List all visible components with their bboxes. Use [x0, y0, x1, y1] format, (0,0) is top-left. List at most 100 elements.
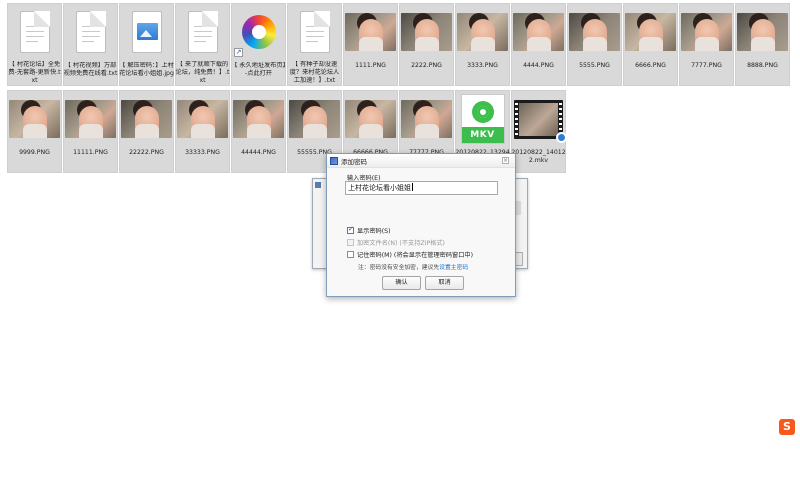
checkbox-checked-icon[interactable] — [347, 225, 354, 234]
checkbox-disabled-icon — [347, 239, 354, 246]
photo-preview — [345, 100, 396, 138]
file-name: 11111.PNG — [73, 149, 108, 156]
photo-shape — [23, 124, 47, 138]
document-icon — [75, 11, 106, 53]
file-name: 22222.PNG — [129, 149, 164, 156]
sprocket-holes — [515, 102, 518, 136]
encrypt-names-label: 加密文件名(N) — [357, 240, 398, 247]
photo-thumbnail — [121, 93, 172, 145]
file-item[interactable]: 22222.PNG — [119, 90, 174, 173]
dialog-titlebar[interactable]: 添加密码 — [327, 154, 515, 168]
file-item[interactable]: 【 解压密码：】上村花论坛看小姐姐.jpg — [119, 3, 174, 86]
file-name: 5555.PNG — [579, 62, 610, 69]
photo-shape — [359, 37, 383, 51]
photo-preview — [401, 13, 452, 51]
remember-password-checkbox[interactable]: 记住密码(M) (将会显示在管理密码窗口中) — [347, 250, 473, 259]
file-name: 【 村花视频】万部视频免费在线看.txt — [63, 62, 118, 77]
photo-shape — [583, 37, 607, 51]
document-icon — [299, 10, 330, 53]
text-line — [193, 40, 206, 42]
photo-preview — [569, 13, 620, 51]
add-password-dialog: 添加密码 × 输入密码(E) 上村花论坛看小姐姐 显示密码(S) 加密文件名(N… — [326, 153, 516, 297]
file-item[interactable]: 5555.PNG — [567, 3, 622, 86]
file-item[interactable]: 1111.PNG — [343, 3, 398, 86]
file-item[interactable]: 【 来了就顺下载的论坛，纯免费！】.txt — [175, 3, 230, 86]
photo-preview — [401, 100, 452, 138]
shortcut-arrow-icon: ↗ — [234, 48, 243, 57]
close-icon[interactable]: × — [502, 157, 509, 164]
photo-thumbnail — [345, 93, 396, 145]
file-grid: 【 村花论坛】全免费-无套路-更新快.txt 【 村花视频】万部视频免费在线看.t… — [7, 3, 799, 173]
sprocket-holes — [559, 102, 562, 136]
reel-icon — [471, 101, 494, 123]
security-note-text: 注：密码没有安全加密，建议先 — [358, 265, 440, 271]
cancel-button[interactable]: 取消 — [425, 276, 464, 290]
photo-thumbnail — [513, 6, 564, 58]
file-item[interactable]: 44444.PNG — [231, 90, 286, 173]
security-note: 注：密码没有安全加密，建议先设置主密码 — [358, 262, 468, 271]
sogou-ime-icon[interactable]: S — [779, 419, 795, 435]
file-name: 9999.PNG — [19, 149, 50, 156]
text-file-icon — [177, 6, 228, 57]
text-line — [305, 40, 318, 42]
file-item[interactable]: 4444.PNG — [511, 3, 566, 86]
file-item[interactable]: 6666.PNG — [623, 3, 678, 86]
photo-shape — [751, 37, 775, 51]
photo-thumbnail — [233, 93, 284, 145]
password-value: 上村花论坛看小姐姐 — [348, 184, 411, 192]
photo-thumbnail — [289, 93, 340, 145]
video-player-icon: MKV — [460, 94, 505, 144]
file-item[interactable]: 7777.PNG — [679, 3, 734, 86]
browser-shortcut-icon: ↗ — [233, 6, 284, 58]
file-name: 20120822_140122.mkv — [511, 149, 566, 164]
text-line — [81, 31, 100, 32]
film-strip-icon — [514, 99, 567, 143]
encrypt-names-checkbox: 加密文件名(N) (不支持ZIP格式) — [347, 238, 445, 247]
text-line — [305, 35, 324, 37]
remember-password-note: (将会显示在管理密码窗口中) — [393, 252, 473, 259]
photo-shape — [79, 124, 103, 138]
file-name: 2222.PNG — [411, 62, 442, 69]
set-master-password-link[interactable]: 设置主密码 — [439, 265, 468, 271]
file-item[interactable]: 8888.PNG — [735, 3, 790, 86]
file-item[interactable]: ↗ 【 永久地址发布页】-点此打开 — [231, 3, 286, 86]
file-item[interactable]: 9999.PNG — [7, 90, 62, 173]
password-input[interactable]: 上村花论坛看小姐姐 — [345, 181, 498, 195]
photo-thumbnail — [457, 6, 508, 58]
text-line — [193, 35, 212, 37]
document-icon — [187, 10, 218, 53]
show-password-checkbox[interactable]: 显示密码(S) — [347, 225, 391, 235]
window-icon — [315, 182, 321, 188]
archive-icon — [330, 156, 338, 165]
text-line — [81, 26, 100, 27]
file-item[interactable]: 20120822_140122.mkv — [511, 90, 567, 173]
photo-shape — [471, 37, 495, 51]
photo-preview — [625, 13, 676, 51]
file-name: 4444.PNG — [523, 62, 554, 69]
text-file-icon — [65, 6, 116, 58]
photo-thumbnail — [737, 6, 788, 58]
photo-preview — [9, 100, 60, 138]
text-line — [193, 25, 212, 27]
photo-preview — [681, 13, 732, 51]
picture-icon — [131, 11, 162, 53]
file-item[interactable]: 2222.PNG — [399, 3, 454, 86]
photo-preview — [345, 13, 396, 51]
confirm-button[interactable]: 确认 — [382, 276, 421, 290]
photo-shape — [415, 37, 439, 51]
file-item[interactable]: 33333.PNG — [175, 90, 230, 173]
photo-thumbnail — [401, 93, 452, 145]
file-item[interactable]: 【 村花视频】万部视频免费在线看.txt — [63, 3, 118, 86]
text-line — [25, 40, 38, 42]
photo-preview — [121, 100, 172, 138]
photo-preview — [737, 13, 788, 51]
file-item[interactable]: 3333.PNG — [455, 3, 510, 86]
photo-thumbnail — [345, 6, 396, 58]
file-item[interactable]: 【 村花论坛】全免费-无套路-更新快.txt — [7, 3, 62, 86]
file-item[interactable]: 11111.PNG — [63, 90, 118, 173]
file-item[interactable]: 【 有种子却没速度？来村花论坛人工加速！】.txt — [287, 3, 342, 86]
checkbox-unchecked-icon[interactable] — [347, 251, 354, 258]
encrypt-names-note: (不支持ZIP格式) — [399, 240, 445, 247]
text-line — [81, 41, 94, 42]
photo-shape — [359, 124, 383, 138]
